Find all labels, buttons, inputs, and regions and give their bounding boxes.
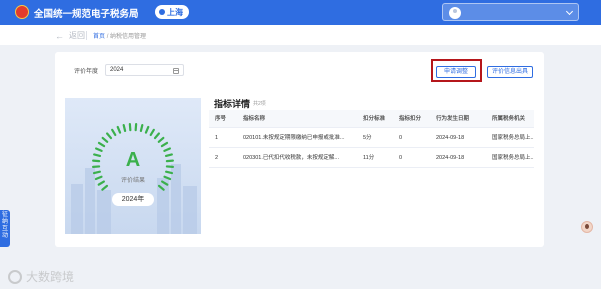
table-row[interactable]: 2 020301.已代扣代收税款，未按规定解... 11分 0 2024-09-… xyxy=(209,148,534,168)
col-header-authority: 所属税务机关 xyxy=(492,116,526,122)
cell-index: 2 xyxy=(215,155,219,161)
back-button[interactable]: ← 返回 xyxy=(55,30,85,41)
side-tab-char: 纳 xyxy=(1,219,8,225)
cell-standard: 5分 xyxy=(363,135,372,141)
issue-result-button[interactable]: 评价信息出具 xyxy=(487,66,533,78)
col-header-deduction: 指标扣分 xyxy=(399,116,422,122)
breadcrumb-current: 纳税信用管理 xyxy=(110,34,147,40)
breadcrumb-bar: ← 返回 首页 / 纳税信用管理 xyxy=(0,25,601,45)
gauge-tick xyxy=(101,184,109,191)
year-picker[interactable]: 2024 xyxy=(105,64,184,76)
national-emblem-icon xyxy=(15,5,29,19)
cell-index: 1 xyxy=(215,135,219,141)
region-label: 上海 xyxy=(167,7,183,17)
gauge-tick xyxy=(160,141,169,148)
gauge-tick xyxy=(144,125,150,134)
grade-subtitle: 评价结果 xyxy=(120,178,145,184)
cell-name: 020101.未按规定期限缴纳已申报或批准... xyxy=(243,135,345,141)
cell-deduction: 0 xyxy=(399,155,403,161)
top-navbar: 全国统一规范电子税务局 上海 xyxy=(0,0,601,25)
details-table: 序号 指标名称 扣分标准 指标扣分 行为发生日期 所属税务机关 1 020101… xyxy=(209,110,534,168)
details-title: 指标详情 xyxy=(214,99,251,109)
cell-standard: 11分 xyxy=(363,155,375,161)
watermark-text: 大数跨境 xyxy=(26,270,75,284)
interaction-side-tab[interactable]: 征 纳 互 动 xyxy=(0,210,10,247)
cell-authority: 国家税务总局上... xyxy=(492,155,534,161)
gauge-tick xyxy=(111,128,117,137)
year-value: 2024 xyxy=(110,67,124,73)
divider xyxy=(86,31,87,40)
table-header: 序号 指标名称 扣分标准 指标扣分 行为发生日期 所属税务机关 xyxy=(209,110,534,128)
grade-letter: A xyxy=(125,149,141,171)
app-title: 全国统一规范电子税务局 xyxy=(34,9,139,20)
gauge-tick xyxy=(122,123,127,133)
back-label: 返回 xyxy=(69,31,85,40)
side-tab-char: 互 xyxy=(1,226,8,232)
gauge-tick xyxy=(153,132,160,140)
calendar-icon xyxy=(173,67,179,74)
gauge-tick xyxy=(157,136,165,143)
table-row[interactable]: 1 020101.未按规定期限缴纳已申报或批准... 5分 0 2024-09-… xyxy=(209,128,534,148)
col-header-date: 行为发生日期 xyxy=(436,116,470,122)
details-count: 共2项 xyxy=(253,101,266,107)
cell-date: 2024-09-18 xyxy=(436,135,465,141)
arrow-left-icon: ← xyxy=(55,30,64,41)
breadcrumb: 首页 / 纳税信用管理 xyxy=(93,31,146,40)
breadcrumb-home-link[interactable]: 首页 xyxy=(93,34,105,40)
watermark: 大数跨境 xyxy=(8,268,74,285)
user-menu[interactable] xyxy=(442,3,579,21)
col-header-index: 序号 xyxy=(215,116,227,122)
grade-year-badge: 2024年 xyxy=(112,193,154,206)
gauge-tick xyxy=(116,125,122,134)
region-switcher[interactable]: 上海 xyxy=(155,5,189,19)
location-pin-icon xyxy=(159,9,165,15)
cell-deduction: 0 xyxy=(399,135,403,141)
side-tab-char: 动 xyxy=(1,233,8,239)
credit-card-panel: 评价年度 2024 申请调整 评价信息出具 A 评价结果 2024年 指标详情 … xyxy=(55,52,544,247)
col-header-name: 指标名称 xyxy=(243,116,266,122)
assistant-avatar-icon[interactable] xyxy=(581,221,593,233)
cell-authority: 国家税务总局上... xyxy=(492,135,534,141)
breadcrumb-separator: / xyxy=(106,34,109,40)
col-header-standard: 扣分标准 xyxy=(363,116,386,122)
grade-panel: A 评价结果 2024年 xyxy=(65,98,201,234)
watermark-logo-icon xyxy=(8,269,22,284)
apply-adjust-button[interactable]: 申请调整 xyxy=(436,66,476,78)
cell-name: 020301.已代扣代收税款，未按规定解... xyxy=(243,155,339,161)
year-label: 评价年度 xyxy=(74,69,99,75)
gauge-tick xyxy=(101,136,109,143)
chevron-down-icon xyxy=(565,7,574,16)
user-avatar-icon xyxy=(449,7,461,19)
gauge-tick xyxy=(97,141,106,148)
gauge-tick xyxy=(139,123,144,133)
cell-date: 2024-09-18 xyxy=(436,155,465,161)
gauge-tick xyxy=(149,128,155,137)
side-tab-char: 征 xyxy=(1,212,8,218)
gauge-tick xyxy=(106,132,113,140)
